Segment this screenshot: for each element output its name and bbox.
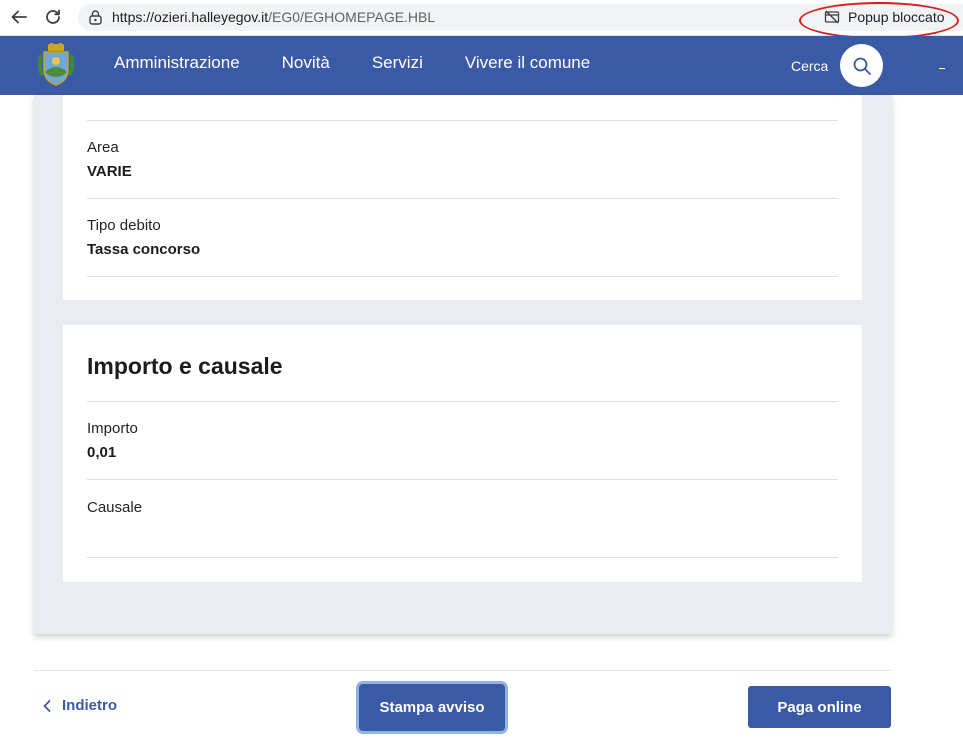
- footer-divider: [34, 670, 892, 671]
- menu-item-novita[interactable]: Novità: [282, 53, 330, 73]
- importo-label: Importo: [87, 420, 138, 437]
- print-notice-button[interactable]: Stampa avviso: [359, 684, 505, 731]
- url-path: /EG0/EGHOMEPAGE.HBL: [268, 9, 436, 25]
- search-button[interactable]: [840, 44, 883, 87]
- area-label: Area: [87, 139, 119, 156]
- section-title: Importo e causale: [87, 353, 283, 379]
- back-arrow-icon[interactable]: [6, 5, 32, 29]
- header-menu-marker: [939, 68, 945, 69]
- tipo-debito-value: Tassa concorso: [87, 241, 201, 258]
- url-host: https://ozieri.halleyegov.it: [112, 9, 269, 25]
- importo-value: 0,01: [87, 444, 117, 461]
- menu-item-servizi[interactable]: Servizi: [372, 53, 423, 73]
- municipality-crest-logo[interactable]: [35, 43, 77, 87]
- address-bar[interactable]: https://ozieri.halleyegov.it/EG0/EGHOMEP…: [78, 4, 963, 31]
- chevron-left-icon: [43, 699, 51, 712]
- reload-icon[interactable]: [40, 5, 66, 29]
- area-value: VARIE: [87, 163, 132, 180]
- divider: [87, 120, 838, 121]
- back-link[interactable]: Indietro: [42, 697, 117, 714]
- search-label[interactable]: Cerca: [791, 58, 828, 74]
- divider: [87, 557, 838, 558]
- divider: [87, 198, 838, 199]
- popup-blocked-label: Popup bloccato: [848, 9, 945, 25]
- popup-blocked-icon: [824, 10, 840, 24]
- site-header: Amministrazione Novità Servizi Vivere il…: [0, 36, 963, 95]
- menu-item-vivere-il-comune[interactable]: Vivere il comune: [465, 53, 590, 73]
- divider: [87, 479, 838, 480]
- divider: [87, 276, 838, 277]
- lock-icon[interactable]: [88, 9, 103, 25]
- tipo-debito-label: Tipo debito: [87, 217, 161, 234]
- details-card: Area VARIE Tipo debito Tassa concorso: [63, 95, 862, 300]
- causale-label: Causale: [87, 499, 143, 516]
- main-menu: Amministrazione Novità Servizi Vivere il…: [114, 53, 590, 73]
- pay-online-button[interactable]: Paga online: [748, 686, 891, 728]
- importo-card: Importo e causale Importo 0,01 Causale: [63, 325, 862, 582]
- browser-toolbar: https://ozieri.halleyegov.it/EG0/EGHOMEP…: [0, 0, 963, 39]
- search-icon: [853, 57, 871, 75]
- url-text[interactable]: https://ozieri.halleyegov.it/EG0/EGHOMEP…: [112, 9, 435, 25]
- popup-blocked-indicator[interactable]: Popup bloccato: [824, 6, 945, 28]
- back-label: Indietro: [62, 697, 117, 714]
- divider: [87, 401, 838, 402]
- menu-item-amministrazione[interactable]: Amministrazione: [114, 53, 240, 73]
